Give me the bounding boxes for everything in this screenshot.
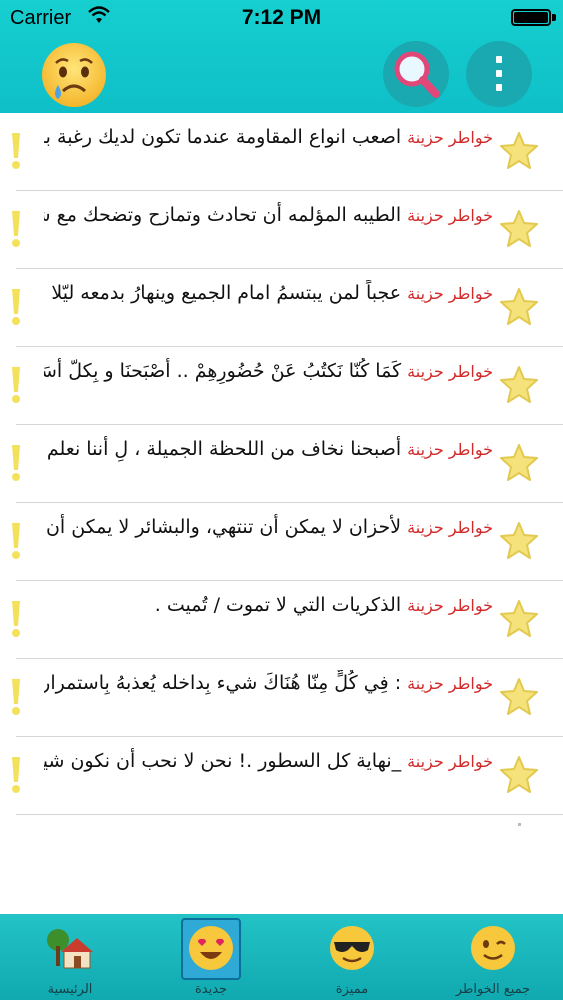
- exclamation-icon: [12, 601, 20, 637]
- tab-label: الرئيسية: [47, 982, 93, 997]
- crying-face-icon[interactable]: [40, 41, 108, 109]
- quote-category: خواطر حزينة: [407, 674, 493, 693]
- star-icon[interactable]: [495, 361, 543, 409]
- house-icon: [47, 929, 93, 969]
- quote-category: خواطر حزينة: [407, 206, 493, 225]
- quote-category: خواطر حزينة: [407, 128, 493, 147]
- list-item[interactable]: خواطر حزينة عجباً لمن يبتسمُ امام الجميع…: [12, 269, 563, 347]
- status-time: 7:12 PM: [241, 6, 322, 29]
- tab-label: مميزة: [335, 982, 369, 997]
- exclamation-icon: [12, 445, 20, 481]
- quote-text: خواطر حزينة : فِي كُلٍّ مِنّا هُنَاكَ شي…: [44, 670, 493, 697]
- quote-category: خواطر حزينة: [407, 284, 493, 303]
- quote-category: خواطر حزينة: [407, 752, 493, 771]
- star-icon[interactable]: [495, 751, 543, 799]
- quote-body: : فِي كُلٍّ مِنّا هُنَاكَ شيء بِداخله يُ…: [44, 672, 402, 694]
- quote-category: خواطر حزينة: [407, 362, 493, 381]
- quote-text: خواطر حزينة عجباً لمن يبتسمُ امام الجميع…: [44, 280, 493, 307]
- sunglasses-face-icon: [330, 926, 374, 970]
- list-item[interactable]: خواطر حزينة الذكريات التي لا تموت / تُمي…: [12, 581, 563, 659]
- battery-icon: [511, 9, 551, 26]
- list-item[interactable]: خواطر حزينة كَمَا كُنّا نَكتُبُ عَنْ حُض…: [12, 347, 563, 425]
- star-icon[interactable]: [495, 127, 543, 175]
- quote-category: خواطر حزينة: [407, 440, 493, 459]
- quote-category: خواطر حزينة: [407, 518, 493, 537]
- star-icon[interactable]: [495, 439, 543, 487]
- exclamation-icon: [12, 523, 20, 559]
- list-item[interactable]: خواطر حزينة : فِي كُلٍّ مِنّا هُنَاكَ شي…: [12, 659, 563, 737]
- quote-text: خواطر حزينة أصبحنا نخاف من اللحظة الجميل…: [44, 436, 493, 463]
- tab-label: جميع الخواطر: [455, 982, 531, 997]
- battery-tip: [552, 14, 556, 21]
- star-icon[interactable]: [495, 205, 543, 253]
- exclamation-icon: [12, 289, 20, 325]
- list-item[interactable]: خواطر حزينة أصبحنا نخاف من اللحظة الجميل…: [12, 425, 563, 503]
- tab-label: جديدة: [194, 982, 228, 997]
- quote-body: الذكريات التي لا تموت / تُميت .: [154, 594, 402, 616]
- list-item[interactable]: خواطر حزينة _نهاية كل السطور .! نحن لا ن…: [12, 737, 563, 815]
- star-icon[interactable]: [495, 517, 543, 565]
- quote-text: خواطر حزينة كَمَا كُنّا نَكتُبُ عَنْ حُض…: [44, 358, 493, 385]
- quote-text: خواطر حزينة لأحزان لا يمكن أن تنتهي، وال…: [44, 514, 493, 541]
- exclamation-icon: [12, 133, 20, 169]
- star-icon[interactable]: [495, 595, 543, 643]
- exclamation-icon: [12, 757, 20, 793]
- quote-body: الطيبه المؤلمه أن تحادث وتمازح وتضحك مع …: [44, 204, 402, 226]
- quote-body: أصبحنا نخاف من اللحظة الجميلة ، لِ أننا …: [44, 438, 402, 460]
- quote-category: خواطر حزينة: [407, 596, 493, 615]
- exclamation-icon: [12, 211, 20, 247]
- quote-body: كَمَا كُنّا نَكتُبُ عَنْ حُضُورِهِمْ .. …: [44, 360, 402, 382]
- tab-home[interactable]: الرئيسية: [0, 914, 140, 1000]
- quote-body: لأحزان لا يمكن أن تنتهي، والبشائر لا يمك…: [44, 516, 402, 538]
- status-bar: Carrier 7:12 PM: [0, 0, 563, 36]
- quotes-list: خواطر حزينة اصعب انواع المقاومة عندما تك…: [0, 113, 563, 815]
- quote-body: عجباً لمن يبتسمُ امام الجميع وينهارُ بدم…: [51, 282, 402, 304]
- winking-face-icon: [471, 926, 515, 970]
- heart-eyes-face-icon: [189, 926, 233, 970]
- tab-featured[interactable]: مميزة: [282, 914, 422, 1000]
- quote-text: خواطر حزينة اصعب انواع المقاومة عندما تك…: [44, 124, 493, 151]
- quote-text: خواطر حزينة _نهاية كل السطور .! نحن لا ن…: [44, 748, 493, 775]
- tab-all[interactable]: جميع الخواطر: [423, 914, 563, 1000]
- list-item[interactable]: خواطر حزينة اصعب انواع المقاومة عندما تك…: [12, 113, 563, 191]
- scroll-indicator: [518, 823, 521, 826]
- vertical-dots-icon: [496, 56, 502, 91]
- star-icon[interactable]: [495, 283, 543, 331]
- star-icon[interactable]: [495, 673, 543, 721]
- list-item[interactable]: خواطر حزينة لأحزان لا يمكن أن تنتهي، وال…: [12, 503, 563, 581]
- exclamation-icon: [12, 679, 20, 715]
- tab-bar: الرئيسية جديدة مميزة جميع الخواطر: [0, 914, 563, 1000]
- quote-body: اصعب انواع المقاومة عندما تكون لديك رغبة…: [44, 126, 402, 148]
- quote-text: خواطر حزينة الذكريات التي لا تموت / تُمي…: [44, 592, 493, 619]
- quote-text: خواطر حزينة الطيبه المؤلمه أن تحادث وتما…: [44, 202, 493, 229]
- quote-body: _نهاية كل السطور .! نحن لا نحب أن نكون ش…: [44, 750, 402, 772]
- search-button[interactable]: [383, 41, 449, 107]
- top-header: Carrier 7:12 PM: [0, 0, 563, 113]
- magnifier-icon: [394, 51, 440, 98]
- tab-new[interactable]: جديدة: [141, 914, 281, 1000]
- menu-button[interactable]: [466, 41, 532, 107]
- exclamation-icon: [12, 367, 20, 403]
- list-item[interactable]: خواطر حزينة الطيبه المؤلمه أن تحادث وتما…: [12, 191, 563, 269]
